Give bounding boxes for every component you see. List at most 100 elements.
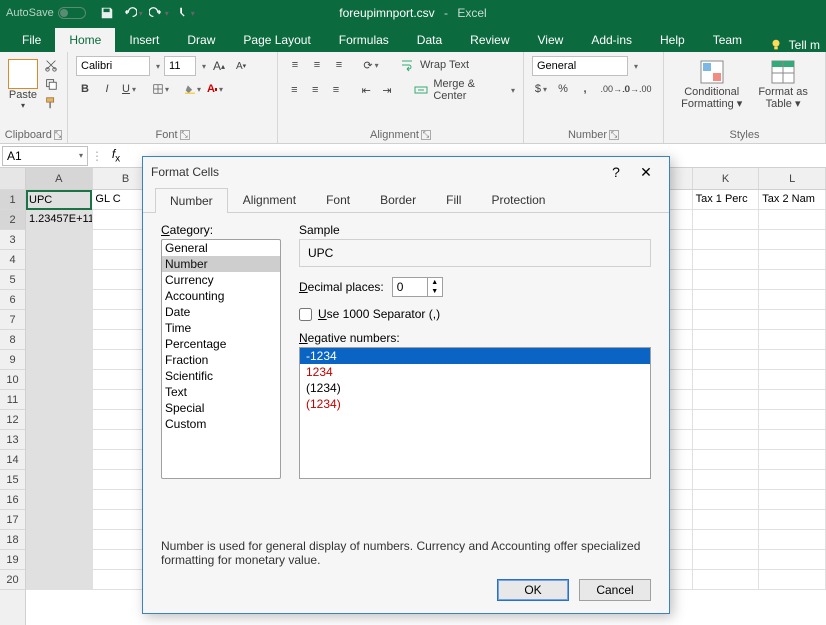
chevron-down-icon[interactable]: ▾ bbox=[202, 62, 206, 71]
font-color-icon[interactable]: A▾ bbox=[206, 80, 224, 98]
tab-addins[interactable]: Add-ins bbox=[577, 28, 646, 52]
cell[interactable] bbox=[26, 370, 93, 390]
decrease-decimal-icon[interactable]: .0→.00 bbox=[628, 80, 646, 98]
cell[interactable] bbox=[693, 410, 760, 430]
decrease-font-icon[interactable]: A▾ bbox=[232, 57, 250, 75]
cell[interactable] bbox=[693, 250, 760, 270]
column-header[interactable]: A bbox=[26, 168, 93, 189]
cell[interactable] bbox=[26, 270, 93, 290]
category-listbox[interactable]: GeneralNumberCurrencyAccountingDateTimeP… bbox=[161, 239, 281, 479]
number-dialog-icon[interactable]: ⤡ bbox=[609, 130, 619, 140]
format-as-table-button[interactable]: Format as Table ▾ bbox=[752, 56, 814, 112]
cell[interactable] bbox=[26, 250, 93, 270]
format-painter-icon[interactable] bbox=[42, 94, 60, 112]
cell[interactable] bbox=[759, 550, 826, 570]
dialog-titlebar[interactable]: Format Cells ? ✕ bbox=[143, 157, 669, 187]
cell[interactable] bbox=[759, 350, 826, 370]
autosave-toggle[interactable]: AutoSave bbox=[6, 7, 86, 19]
tab-insert[interactable]: Insert bbox=[115, 28, 173, 52]
borders-icon[interactable]: ▾ bbox=[152, 80, 170, 98]
cell[interactable] bbox=[693, 350, 760, 370]
decimal-places-input[interactable] bbox=[393, 278, 427, 296]
cell[interactable] bbox=[26, 290, 93, 310]
dialog-tab-number[interactable]: Number bbox=[155, 188, 228, 213]
cell[interactable]: 1.23457E+11 bbox=[26, 210, 93, 230]
cell[interactable] bbox=[759, 270, 826, 290]
dialog-tab-fill[interactable]: Fill bbox=[431, 187, 476, 212]
font-name-combo[interactable] bbox=[76, 56, 150, 76]
negative-option[interactable]: -1234 bbox=[300, 348, 650, 364]
cell[interactable] bbox=[759, 450, 826, 470]
cell[interactable] bbox=[26, 390, 93, 410]
cell[interactable] bbox=[693, 550, 760, 570]
cell[interactable] bbox=[693, 310, 760, 330]
name-box[interactable]: A1▾ bbox=[2, 146, 88, 166]
chevron-down-icon[interactable]: ▾ bbox=[634, 62, 638, 71]
row-header[interactable]: 8 bbox=[0, 330, 25, 350]
row-header[interactable]: 14 bbox=[0, 450, 25, 470]
negative-option[interactable]: (1234) bbox=[300, 380, 650, 396]
comma-format-icon[interactable]: , bbox=[576, 80, 594, 98]
cell[interactable] bbox=[693, 390, 760, 410]
save-icon[interactable] bbox=[96, 3, 118, 23]
increase-indent-icon[interactable]: ⇥ bbox=[379, 81, 396, 99]
cell[interactable] bbox=[759, 530, 826, 550]
percent-format-icon[interactable]: % bbox=[554, 80, 572, 98]
accounting-format-icon[interactable]: $▾ bbox=[532, 80, 550, 98]
cell[interactable] bbox=[26, 350, 93, 370]
cell[interactable] bbox=[759, 230, 826, 250]
row-header[interactable]: 9 bbox=[0, 350, 25, 370]
dialog-tab-border[interactable]: Border bbox=[365, 187, 431, 212]
row-header[interactable]: 3 bbox=[0, 230, 25, 250]
tab-file[interactable]: File bbox=[8, 28, 55, 52]
cell[interactable] bbox=[759, 410, 826, 430]
increase-decimal-icon[interactable]: .00→.0 bbox=[606, 80, 624, 98]
dialog-tab-font[interactable]: Font bbox=[311, 187, 365, 212]
cell[interactable] bbox=[26, 490, 93, 510]
tab-review[interactable]: Review bbox=[456, 28, 523, 52]
align-right-icon[interactable]: ≡ bbox=[328, 81, 345, 99]
align-center-icon[interactable]: ≡ bbox=[307, 81, 324, 99]
column-header[interactable]: L bbox=[759, 168, 826, 189]
cell[interactable] bbox=[693, 230, 760, 250]
cell[interactable] bbox=[759, 370, 826, 390]
underline-button[interactable]: U▾ bbox=[120, 80, 138, 98]
cell[interactable] bbox=[759, 250, 826, 270]
font-dialog-icon[interactable]: ⤡ bbox=[180, 130, 190, 140]
wrap-text-icon[interactable] bbox=[398, 56, 416, 74]
row-header[interactable]: 10 bbox=[0, 370, 25, 390]
copy-icon[interactable] bbox=[42, 75, 60, 93]
negative-option[interactable]: (1234) bbox=[300, 396, 650, 412]
cell[interactable] bbox=[693, 490, 760, 510]
column-header[interactable]: K bbox=[693, 168, 760, 189]
cell[interactable] bbox=[26, 510, 93, 530]
decimal-places-stepper[interactable]: ▲▼ bbox=[392, 277, 443, 297]
cell[interactable] bbox=[759, 430, 826, 450]
dialog-tab-protection[interactable]: Protection bbox=[476, 187, 560, 212]
row-header[interactable]: 20 bbox=[0, 570, 25, 590]
row-header[interactable]: 13 bbox=[0, 430, 25, 450]
cell[interactable] bbox=[26, 550, 93, 570]
paste-button[interactable]: Paste ▾ bbox=[8, 59, 38, 110]
bold-button[interactable]: B bbox=[76, 80, 94, 98]
dialog-tab-alignment[interactable]: Alignment bbox=[228, 187, 311, 212]
tab-page-layout[interactable]: Page Layout bbox=[229, 28, 324, 52]
row-header[interactable]: 7 bbox=[0, 310, 25, 330]
row-header[interactable]: 5 bbox=[0, 270, 25, 290]
row-header[interactable]: 16 bbox=[0, 490, 25, 510]
negative-numbers-listbox[interactable]: -12341234(1234)(1234) bbox=[299, 347, 651, 479]
cut-icon[interactable] bbox=[42, 56, 60, 74]
number-format-combo[interactable] bbox=[532, 56, 628, 76]
cell[interactable] bbox=[759, 330, 826, 350]
conditional-formatting-button[interactable]: Conditional Formatting ▾ bbox=[675, 56, 748, 112]
cell[interactable] bbox=[26, 530, 93, 550]
row-header[interactable]: 1 bbox=[0, 190, 25, 210]
tab-data[interactable]: Data bbox=[403, 28, 456, 52]
negative-option[interactable]: 1234 bbox=[300, 364, 650, 380]
cell[interactable] bbox=[693, 290, 760, 310]
cell[interactable] bbox=[759, 470, 826, 490]
fill-color-icon[interactable]: ▾ bbox=[184, 80, 202, 98]
italic-button[interactable]: I bbox=[98, 80, 116, 98]
font-size-combo[interactable] bbox=[164, 56, 196, 76]
ok-button[interactable]: OK bbox=[497, 579, 569, 601]
